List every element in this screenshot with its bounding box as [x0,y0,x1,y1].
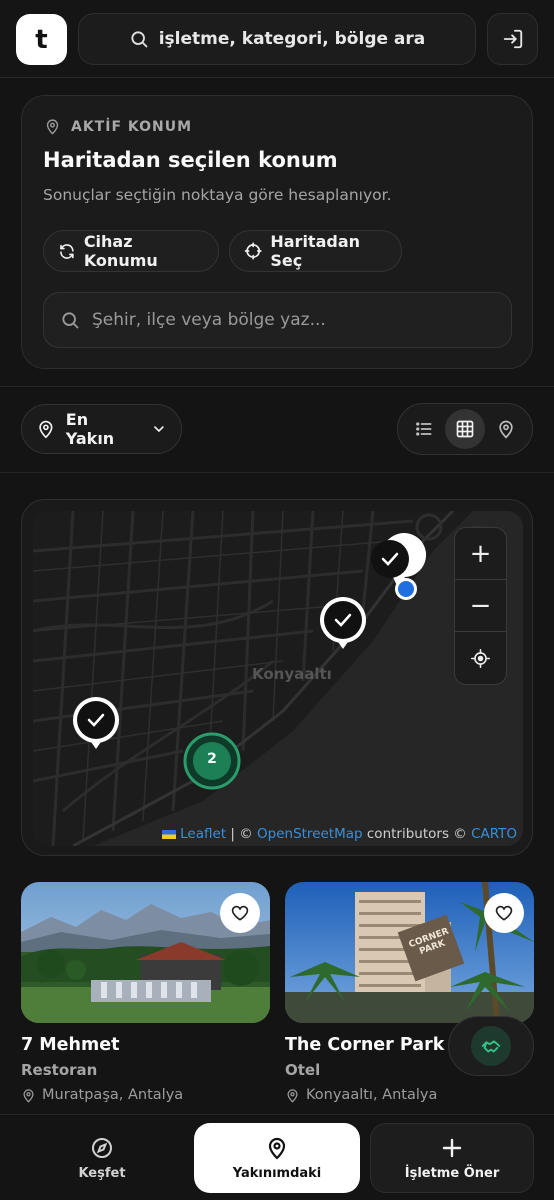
place-address: Muratpaşa, Antalya [21,1087,270,1103]
place-image [21,882,270,1023]
search-icon [131,31,148,48]
compass-icon [92,1137,112,1158]
login-button[interactable] [487,13,538,65]
device-location-label: Cihaz Konumu [83,232,158,270]
sort-dropdown[interactable]: En Yakın [21,404,182,454]
refresh-icon [60,243,74,259]
map-district-label: Konyaaltı [252,665,332,683]
search-icon [62,312,79,329]
map-controls: + − [454,527,507,685]
place-category: Restoran [21,1061,98,1079]
chevron-down-icon [154,426,164,433]
map-canvas[interactable]: 2 Konyaaltı + − Leaflet | © OpenStreetMa… [33,511,523,846]
handshake-icon [481,1040,501,1053]
device-location-button[interactable]: Cihaz Konumu [43,230,219,272]
plus-icon [442,1138,462,1157]
location-search-placeholder: Şehir, ilçe veya bölge yaz... [92,310,326,330]
nav-suggest-business[interactable]: İşletme Öner [370,1123,534,1193]
active-location-label: AKTİF KONUM [44,118,192,135]
crosshair-icon [244,242,262,260]
divider [0,386,554,387]
divider [0,472,554,473]
support-fab[interactable] [448,1016,534,1076]
cluster-count: 2 [207,751,217,767]
crosshair-icon [471,648,490,668]
grid-icon [456,420,474,438]
leaflet-link[interactable]: Leaflet [180,826,226,842]
location-search-input[interactable]: Şehir, ilçe veya bölge yaz... [43,292,512,348]
heart-icon [231,905,249,921]
view-mode-switch [397,403,533,455]
place-address: Konyaaltı, Antalya [285,1087,534,1103]
handshake-icon-wrap [471,1026,511,1066]
carto-link[interactable]: CARTO [471,826,517,842]
list-view-button[interactable] [404,409,444,449]
nav-discover[interactable]: Keşfet [20,1123,184,1193]
app-logo[interactable]: t [16,14,67,65]
place-name: 7 Mehmet [21,1035,120,1055]
top-bar: t işletme, kategori, bölge ara [0,0,554,78]
location-pin-icon [268,1137,286,1160]
map-card: 2 Konyaaltı + − Leaflet | © OpenStreetMa… [21,499,533,856]
nav-suggest-label: İşletme Öner [404,1165,500,1181]
ukraine-flag-icon [161,829,176,839]
list-icon [416,422,432,436]
active-location-label-text: AKTİF KONUM [71,118,193,135]
favorite-button[interactable] [484,893,524,933]
nav-nearby[interactable]: Yakınımdaki [194,1123,360,1193]
place-address-text: Muratpaşa, Antalya [42,1087,184,1103]
sort-selected-label: En Yakın [65,410,115,448]
grid-view-button[interactable] [445,409,485,449]
attribution-separator: | © [226,826,258,842]
zoom-in-button[interactable]: + [455,528,506,580]
login-icon [503,29,522,49]
attribution-contributors: contributors © [362,826,472,842]
zoom-out-button[interactable]: − [455,580,506,632]
location-title: Haritadan seçilen konum [43,148,338,172]
global-search-bar[interactable]: işletme, kategori, bölge ara [78,13,476,65]
location-pin-icon [287,1088,298,1103]
location-pin-icon [23,1088,34,1103]
heart-icon [495,905,513,921]
bottom-navigation: Keşfet Yakınımdaki İşletme Öner [0,1114,554,1200]
active-location-card: AKTİF KONUM Haritadan seçilen konum Sonu… [21,95,533,369]
map-attribution: Leaflet | © OpenStreetMap contributors ©… [161,826,517,842]
place-card[interactable]: 7 Mehmet Restoran Muratpaşa, Antalya [21,882,270,1103]
location-pin-icon [39,420,53,439]
locate-me-button[interactable] [455,632,506,684]
location-subtitle: Sonuçlar seçtiğin noktaya göre hesaplanı… [43,186,392,204]
place-image: CORNER PARK [285,882,534,1023]
osm-link[interactable]: OpenStreetMap [257,826,363,842]
location-pin-icon [46,119,59,135]
map-view-button[interactable] [486,409,526,449]
pick-from-map-label: Haritadan Seç [270,232,361,270]
nav-nearby-label: Yakınımdaki [232,1165,322,1181]
favorite-button[interactable] [220,893,260,933]
global-search-placeholder: işletme, kategori, bölge ara [158,29,426,49]
nav-discover-label: Keşfet [78,1165,126,1181]
pick-from-map-button[interactable]: Haritadan Seç [229,230,402,272]
place-address-text: Konyaaltı, Antalya [306,1087,438,1103]
map-pin-icon [499,420,513,439]
user-location-dot [395,578,417,600]
